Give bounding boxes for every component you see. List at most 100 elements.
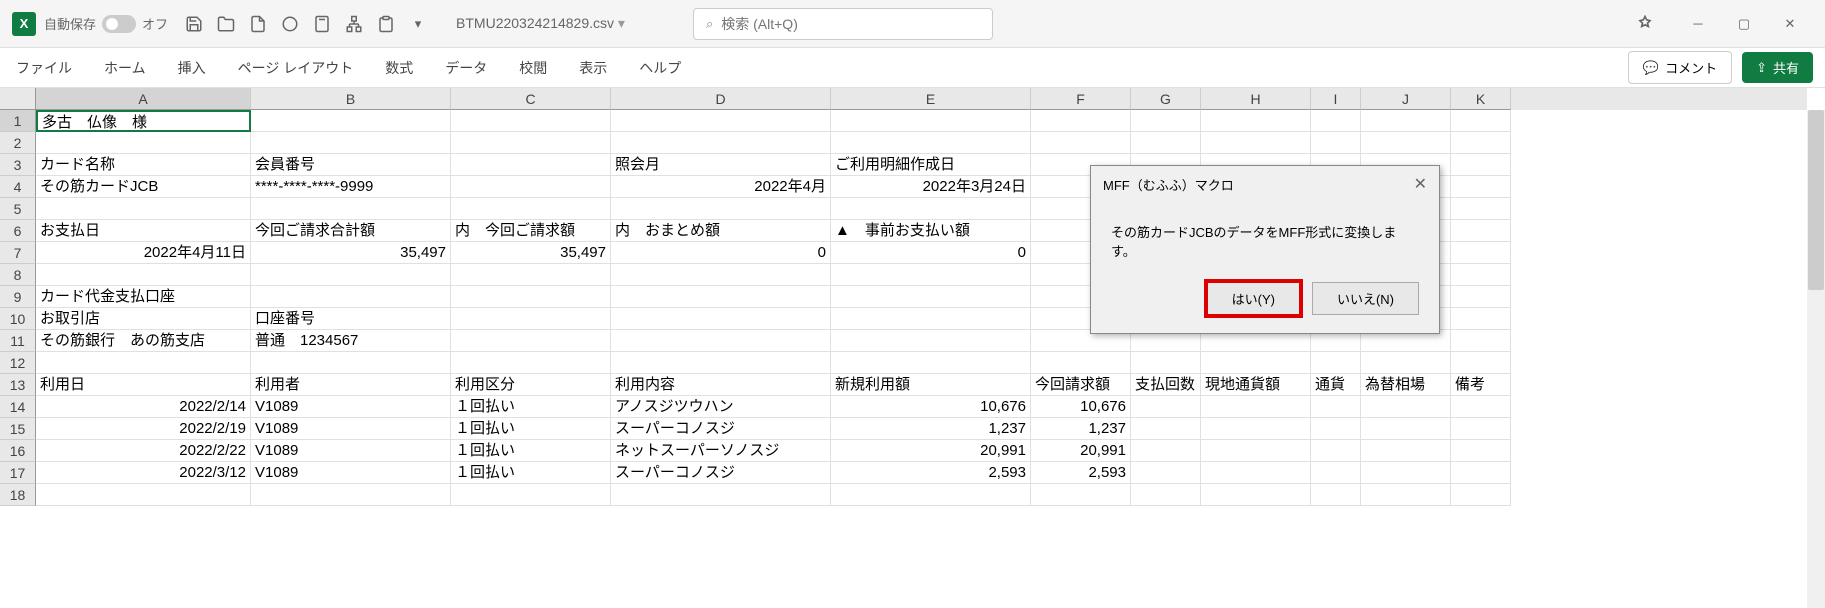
cell-K3[interactable] bbox=[1451, 154, 1511, 176]
cell-B15[interactable]: V1089 bbox=[251, 418, 451, 440]
cell-I18[interactable] bbox=[1311, 484, 1361, 506]
cell-I12[interactable] bbox=[1311, 352, 1361, 374]
tab-help[interactable]: ヘルプ bbox=[635, 50, 685, 86]
cell-A17[interactable]: 2022/3/12 bbox=[36, 462, 251, 484]
cell-F13[interactable]: 今回請求額 bbox=[1031, 374, 1131, 396]
cell-G2[interactable] bbox=[1131, 132, 1201, 154]
cell-F2[interactable] bbox=[1031, 132, 1131, 154]
cell-B5[interactable] bbox=[251, 198, 451, 220]
scrollbar-vertical[interactable] bbox=[1807, 110, 1825, 608]
comment-button[interactable]: 💬 コメント bbox=[1628, 51, 1732, 84]
mic-icon[interactable] bbox=[1635, 14, 1655, 34]
cell-D3[interactable]: 照会月 bbox=[611, 154, 831, 176]
cell-C14[interactable]: １回払い bbox=[451, 396, 611, 418]
cell-K10[interactable] bbox=[1451, 308, 1511, 330]
cell-F18[interactable] bbox=[1031, 484, 1131, 506]
dropdown-icon[interactable]: ▾ bbox=[408, 14, 428, 34]
cell-C5[interactable] bbox=[451, 198, 611, 220]
cell-K11[interactable] bbox=[1451, 330, 1511, 352]
cell-A14[interactable]: 2022/2/14 bbox=[36, 396, 251, 418]
cell-B17[interactable]: V1089 bbox=[251, 462, 451, 484]
col-header-H[interactable]: H bbox=[1201, 88, 1311, 110]
cell-K12[interactable] bbox=[1451, 352, 1511, 374]
cell-C8[interactable] bbox=[451, 264, 611, 286]
cell-D7[interactable]: 0 bbox=[611, 242, 831, 264]
row-header-18[interactable]: 18 bbox=[0, 484, 36, 506]
cell-C11[interactable] bbox=[451, 330, 611, 352]
cell-I16[interactable] bbox=[1311, 440, 1361, 462]
cell-C15[interactable]: １回払い bbox=[451, 418, 611, 440]
cell-E15[interactable]: 1,237 bbox=[831, 418, 1031, 440]
org-icon[interactable] bbox=[344, 14, 364, 34]
row-header-11[interactable]: 11 bbox=[0, 330, 36, 352]
cell-G18[interactable] bbox=[1131, 484, 1201, 506]
cell-A18[interactable] bbox=[36, 484, 251, 506]
cell-E14[interactable]: 10,676 bbox=[831, 396, 1031, 418]
cell-K18[interactable] bbox=[1451, 484, 1511, 506]
col-header-F[interactable]: F bbox=[1031, 88, 1131, 110]
cell-E3[interactable]: ご利用明細作成日 bbox=[831, 154, 1031, 176]
cell-C9[interactable] bbox=[451, 286, 611, 308]
cell-K1[interactable] bbox=[1451, 110, 1511, 132]
cell-G17[interactable] bbox=[1131, 462, 1201, 484]
cell-A11[interactable]: その筋銀行 あの筋支店 bbox=[36, 330, 251, 352]
row-header-16[interactable]: 16 bbox=[0, 440, 36, 462]
cell-D8[interactable] bbox=[611, 264, 831, 286]
cell-A3[interactable]: カード名称 bbox=[36, 154, 251, 176]
cell-D6[interactable]: 内 おまとめ額 bbox=[611, 220, 831, 242]
col-header-B[interactable]: B bbox=[251, 88, 451, 110]
cell-B8[interactable] bbox=[251, 264, 451, 286]
cell-B12[interactable] bbox=[251, 352, 451, 374]
cell-D4[interactable]: 2022年4月 bbox=[611, 176, 831, 198]
piggy-icon[interactable] bbox=[280, 14, 300, 34]
cell-K9[interactable] bbox=[1451, 286, 1511, 308]
cell-A2[interactable] bbox=[36, 132, 251, 154]
cell-A10[interactable]: お取引店 bbox=[36, 308, 251, 330]
cell-D14[interactable]: アノスジツウハン bbox=[611, 396, 831, 418]
cell-D12[interactable] bbox=[611, 352, 831, 374]
cell-B6[interactable]: 今回ご請求合計額 bbox=[251, 220, 451, 242]
cell-J18[interactable] bbox=[1361, 484, 1451, 506]
cell-F15[interactable]: 1,237 bbox=[1031, 418, 1131, 440]
tab-view[interactable]: 表示 bbox=[575, 50, 611, 86]
cell-J13[interactable]: 為替相場 bbox=[1361, 374, 1451, 396]
cell-A15[interactable]: 2022/2/19 bbox=[36, 418, 251, 440]
tab-review[interactable]: 校閲 bbox=[515, 50, 551, 86]
row-header-2[interactable]: 2 bbox=[0, 132, 36, 154]
cell-E8[interactable] bbox=[831, 264, 1031, 286]
cell-H16[interactable] bbox=[1201, 440, 1311, 462]
cell-F17[interactable]: 2,593 bbox=[1031, 462, 1131, 484]
cell-E17[interactable]: 2,593 bbox=[831, 462, 1031, 484]
cell-B9[interactable] bbox=[251, 286, 451, 308]
cell-C17[interactable]: １回払い bbox=[451, 462, 611, 484]
search-input[interactable] bbox=[721, 16, 980, 32]
cell-G1[interactable] bbox=[1131, 110, 1201, 132]
cell-E18[interactable] bbox=[831, 484, 1031, 506]
maximize-button[interactable]: ▢ bbox=[1721, 8, 1767, 40]
cell-D18[interactable] bbox=[611, 484, 831, 506]
cell-B1[interactable] bbox=[251, 110, 451, 132]
new-icon[interactable] bbox=[248, 14, 268, 34]
dialog-no-button[interactable]: いいえ(N) bbox=[1312, 282, 1419, 315]
row-header-6[interactable]: 6 bbox=[0, 220, 36, 242]
cell-B16[interactable]: V1089 bbox=[251, 440, 451, 462]
tab-home[interactable]: ホーム bbox=[100, 50, 150, 86]
cell-H14[interactable] bbox=[1201, 396, 1311, 418]
row-header-13[interactable]: 13 bbox=[0, 374, 36, 396]
cell-C12[interactable] bbox=[451, 352, 611, 374]
cell-H13[interactable]: 現地通貨額 bbox=[1201, 374, 1311, 396]
cell-K6[interactable] bbox=[1451, 220, 1511, 242]
cell-C3[interactable] bbox=[451, 154, 611, 176]
cell-K8[interactable] bbox=[1451, 264, 1511, 286]
cell-D2[interactable] bbox=[611, 132, 831, 154]
col-header-K[interactable]: K bbox=[1451, 88, 1511, 110]
cell-J12[interactable] bbox=[1361, 352, 1451, 374]
dialog-yes-button[interactable]: はい(Y) bbox=[1207, 282, 1300, 315]
row-header-10[interactable]: 10 bbox=[0, 308, 36, 330]
tab-formulas[interactable]: 数式 bbox=[381, 50, 417, 86]
cell-J2[interactable] bbox=[1361, 132, 1451, 154]
cell-A12[interactable] bbox=[36, 352, 251, 374]
cell-H18[interactable] bbox=[1201, 484, 1311, 506]
cell-E12[interactable] bbox=[831, 352, 1031, 374]
cell-E11[interactable] bbox=[831, 330, 1031, 352]
